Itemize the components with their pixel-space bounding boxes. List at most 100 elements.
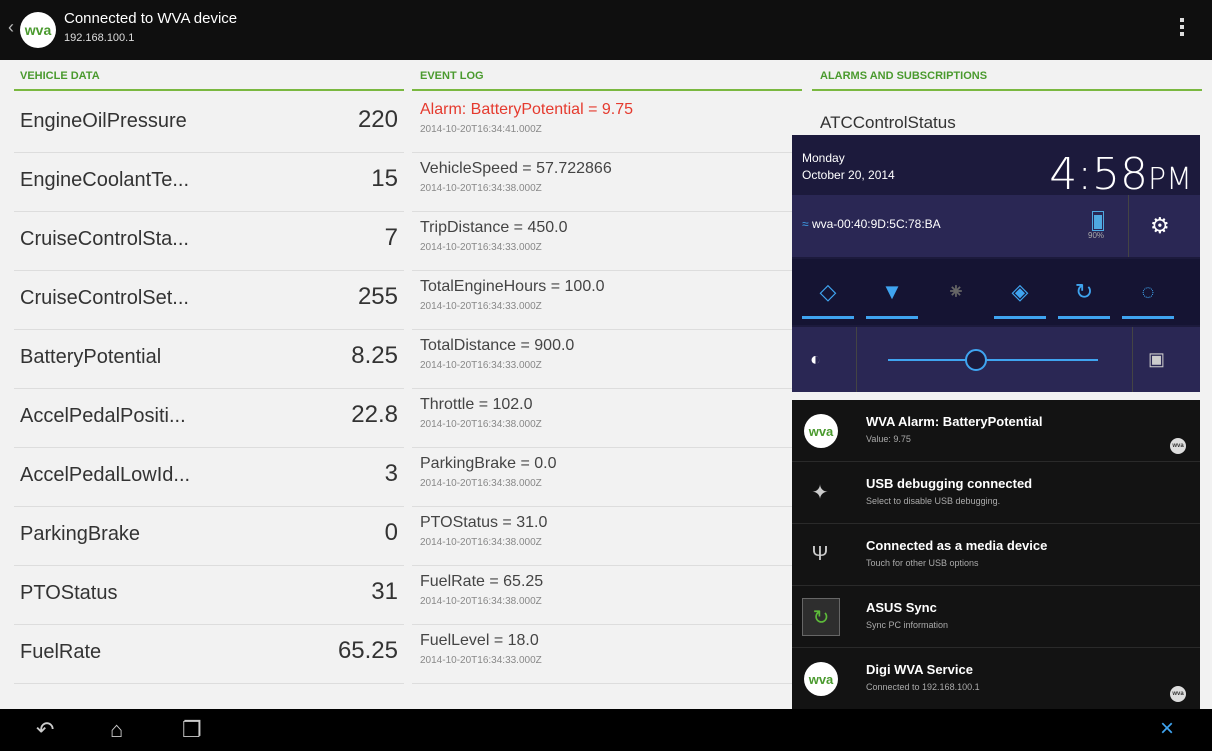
notification-title: USB debugging connected (866, 476, 1033, 491)
event-timestamp: 2014-10-20T16:34:41.000Z (420, 124, 542, 135)
android-icon: ✦ (811, 481, 829, 504)
auto-rotate-toggle[interactable]: ◇ (796, 259, 860, 325)
close-icon[interactable]: × (1160, 715, 1174, 743)
signal-name: BatteryPotential (20, 346, 162, 368)
vehicle-data-row[interactable]: AccelPedalPositi... 22.8 (14, 389, 404, 448)
event-text: VehicleSpeed = 57.722866 (420, 160, 612, 177)
event-timestamp: 2014-10-20T16:34:38.000Z (420, 596, 542, 607)
brightness-slider-knob[interactable] (965, 349, 987, 371)
event-log-divider (412, 89, 802, 91)
notification-item[interactable]: wva Digi WVA Service Connected to 192.168.… (792, 648, 1200, 710)
asus-sync-icon: ↻ (802, 598, 840, 636)
signal-name: EngineOilPressure (20, 110, 187, 132)
signal-name: AccelPedalPositi... (20, 405, 186, 427)
location-icon: ◌ (1141, 279, 1155, 304)
notification-subtitle: Value: 9.75 (866, 434, 911, 444)
event-log-row[interactable]: PTOStatus = 31.0 2014-10-20T16:34:38.000Z (412, 507, 802, 566)
event-timestamp: 2014-10-20T16:34:38.000Z (420, 183, 542, 194)
divider (1132, 327, 1133, 392)
clock-time: 4:58 (1049, 149, 1149, 200)
wva-badge-icon: wva (1170, 686, 1186, 702)
event-log-row[interactable]: TotalDistance = 900.0 2014-10-20T16:34:33… (412, 330, 802, 389)
signal-value: 0 (384, 519, 398, 546)
battery-fill (1094, 215, 1102, 229)
wifi-toggle[interactable]: ▼ (860, 259, 924, 325)
sync-toggle[interactable]: ↻ (1052, 259, 1116, 325)
back-icon[interactable]: ↶ (36, 717, 54, 743)
event-log-row[interactable]: Alarm: BatteryPotential = 9.75 2014-10-20… (412, 94, 802, 153)
signal-value: 31 (371, 578, 398, 605)
event-text: Alarm: BatteryPotential = 9.75 (420, 101, 633, 118)
notification-title: ASUS Sync (866, 600, 937, 615)
notification-subtitle: Connected to 192.168.100.1 (866, 682, 980, 692)
event-timestamp: 2014-10-20T16:34:38.000Z (420, 537, 542, 548)
mute-icon: ◈ (1011, 279, 1029, 304)
event-text: TotalDistance = 900.0 (420, 337, 575, 354)
event-text: TripDistance = 450.0 (420, 219, 568, 236)
event-log-row[interactable]: FuelRate = 65.25 2014-10-20T16:34:38.000Z (412, 566, 802, 625)
event-timestamp: 2014-10-20T16:34:33.000Z (420, 301, 542, 312)
wva-badge-icon: wva (1170, 438, 1186, 454)
vehicle-data-row[interactable]: CruiseControlSta... 7 (14, 212, 404, 271)
vehicle-data-row[interactable]: EngineOilPressure 220 (14, 94, 404, 153)
vehicle-data-row[interactable]: EngineCoolantTe... 15 (14, 153, 404, 212)
event-log-row[interactable]: ParkingBrake = 0.0 2014-10-20T16:34:38.00… (412, 448, 802, 507)
signal-name: ParkingBrake (20, 523, 141, 545)
alarms-divider (812, 89, 1202, 91)
event-text: PTOStatus = 31.0 (420, 514, 548, 531)
overflow-menu-icon[interactable] (1180, 18, 1184, 39)
signal-name: FuelRate (20, 641, 102, 663)
signal-name: EngineCoolantTe... (20, 169, 190, 191)
event-log-row[interactable]: FuelLevel = 18.0 2014-10-20T16:34:33.000Z (412, 625, 802, 684)
event-log-row[interactable]: TripDistance = 450.0 2014-10-20T16:34:33.… (412, 212, 802, 271)
recent-apps-icon[interactable]: ❐ (182, 717, 202, 743)
notification-subtitle: Sync PC information (866, 620, 949, 630)
brightness-slider-track[interactable] (888, 359, 1098, 361)
notification-item[interactable]: ↻ ASUS Sync Sync PC information (792, 586, 1200, 648)
vehicle-data-row[interactable]: CruiseControlSet... 255 (14, 271, 404, 330)
event-log-row[interactable]: Throttle = 102.0 2014-10-20T16:34:38.000Z (412, 389, 802, 448)
signal-name: CruiseControlSet... (20, 287, 189, 309)
event-text: FuelLevel = 18.0 (420, 632, 539, 649)
home-icon[interactable]: ⌂ (110, 717, 123, 743)
wifi-name: wva-00:40:9D:5C:78:BA (811, 217, 941, 231)
event-log-row[interactable]: VehicleSpeed = 57.722866 2014-10-20T16:34… (412, 153, 802, 212)
brightness-icon: ◐ (810, 349, 821, 369)
event-log-row[interactable]: TotalEngineHours = 100.0 2014-10-20T16:34… (412, 271, 802, 330)
wifi-row[interactable]: ≈ wva-00:40:9D:5C:78:BA 90% ⚙ (792, 195, 1200, 257)
usb-icon: Ψ (811, 542, 829, 565)
alarms-header: ALARMS AND SUBSCRIPTIONS (820, 70, 988, 82)
notification-list: wva WVA Alarm: BatteryPotential Value: 9.7… (792, 400, 1200, 710)
notification-item[interactable]: ✦ USB debugging connected Select to disabl… (792, 462, 1200, 524)
notification-item[interactable]: wva WVA Alarm: BatteryPotential Value: 9.7… (792, 400, 1200, 462)
notification-item[interactable]: Ψ Connected as a media device Touch for ot… (792, 524, 1200, 586)
bluetooth-toggle[interactable]: ⁕ (924, 259, 988, 325)
notification-title: Digi WVA Service (866, 662, 973, 677)
app-title: Connected to WVA device (64, 10, 238, 27)
divider (1128, 195, 1129, 257)
wva-logo-icon: wva (804, 662, 838, 696)
sound-toggle[interactable]: ◈ (988, 259, 1052, 325)
back-chevron-icon[interactable]: ‹ (8, 17, 14, 38)
vehicle-data-row[interactable]: AccelPedalLowId... 3 (14, 448, 404, 507)
event-text: ParkingBrake = 0.0 (420, 455, 557, 472)
signal-value: 220 (357, 106, 398, 133)
divider (856, 327, 857, 392)
sync-icon: ↻ (1074, 279, 1094, 304)
wva-logo-icon[interactable]: wva (20, 12, 56, 48)
location-toggle[interactable]: ◌ (1116, 259, 1180, 325)
gear-icon[interactable]: ⚙ (1150, 213, 1170, 239)
auto-brightness-icon[interactable]: ▣ (1148, 349, 1165, 370)
event-timestamp: 2014-10-20T16:34:33.000Z (420, 655, 542, 666)
battery-icon (1092, 211, 1104, 231)
event-timestamp: 2014-10-20T16:34:33.000Z (420, 360, 542, 371)
vehicle-data-row[interactable]: PTOStatus 31 (14, 566, 404, 625)
vehicle-data-row[interactable]: ParkingBrake 0 (14, 507, 404, 566)
event-text: TotalEngineHours = 100.0 (420, 278, 605, 295)
brightness-row: ◐ ▣ (792, 327, 1200, 392)
vehicle-data-row[interactable]: FuelRate 65.25 (14, 625, 404, 684)
alarm-item[interactable]: ATCControlStatus (820, 113, 956, 133)
clock: 4:58PM (1049, 149, 1192, 200)
wifi-icon: ≈ (802, 217, 809, 231)
vehicle-data-row[interactable]: BatteryPotential 8.25 (14, 330, 404, 389)
